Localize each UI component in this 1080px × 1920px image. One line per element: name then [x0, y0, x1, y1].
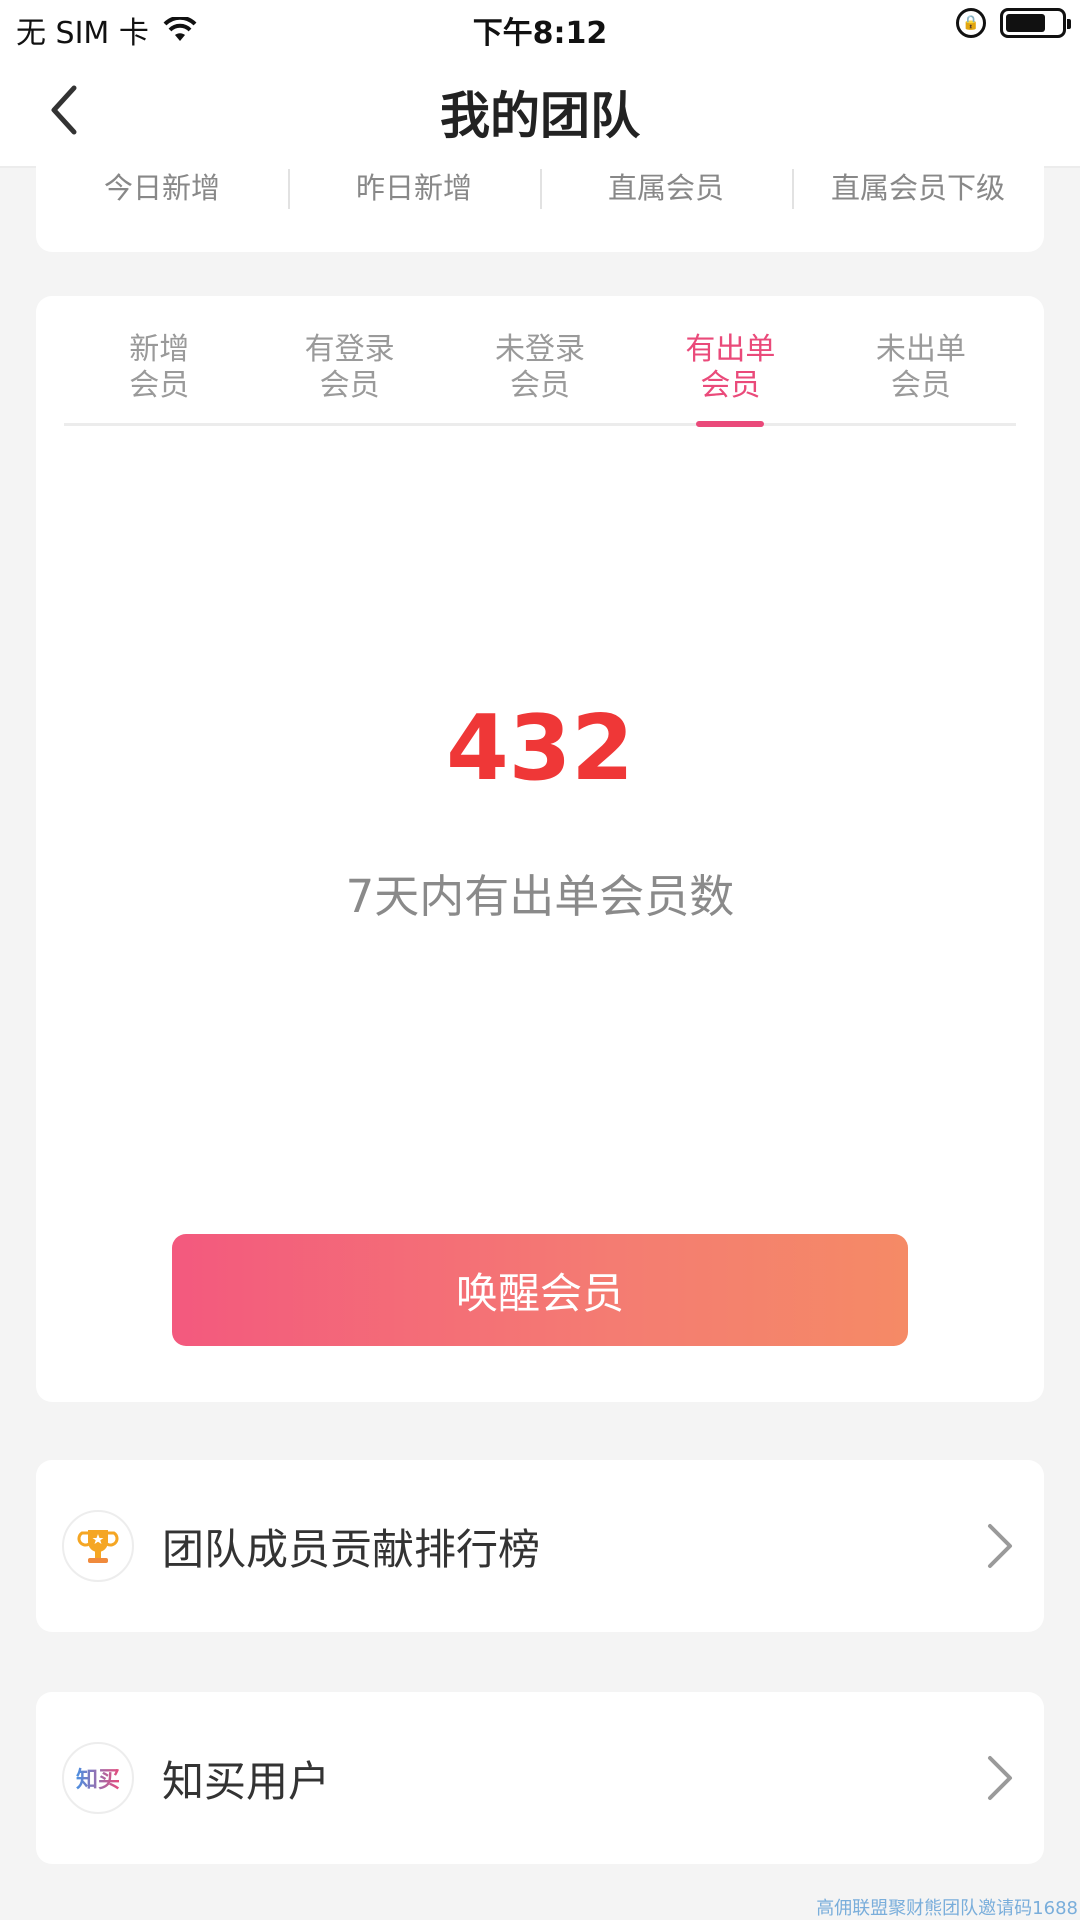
- wake-members-button[interactable]: 唤醒会员: [172, 1234, 908, 1346]
- stat-tabs-card: 今日新增 昨日新增 直属会员 直属会员下级: [36, 150, 1044, 252]
- filter-tab-new-members[interactable]: 新增 会员: [64, 332, 254, 423]
- tab-yesterday-new[interactable]: 昨日新增: [288, 165, 540, 209]
- filter-tab-line2: 会员: [890, 368, 951, 403]
- filter-tab-line1: 未登录: [495, 332, 586, 367]
- filter-tab-line1: 未出单: [875, 332, 966, 367]
- trophy-icon: [62, 1510, 134, 1582]
- filter-tab-not-logged-in[interactable]: 未登录 会员: [445, 332, 635, 423]
- row-label: 知买用户: [162, 1756, 331, 1806]
- filter-tab-line1: 有登录: [304, 332, 395, 367]
- chevron-right-icon: [988, 1524, 1012, 1568]
- filter-tab-line1: 新增: [129, 332, 190, 367]
- tab-today-new[interactable]: 今日新增: [36, 165, 288, 207]
- status-bar: 无 SIM 卡 下午8:12 🔒: [0, 0, 1080, 56]
- member-count-caption: 7天内有出单会员数: [345, 870, 735, 923]
- filter-tab-line2: 会员: [510, 368, 571, 403]
- filter-tab-line2: 会员: [700, 368, 761, 403]
- filter-tab-no-orders[interactable]: 未出单 会员: [826, 332, 1016, 423]
- tab-direct-members[interactable]: 直属会员: [540, 165, 792, 209]
- zhimai-users-row[interactable]: 知买 知买用户: [36, 1692, 1044, 1864]
- filter-tab-line2: 会员: [319, 368, 380, 403]
- page-title: 我的团队: [440, 87, 640, 145]
- chevron-right-icon: [988, 1756, 1012, 1800]
- row-label: 团队成员贡献排行榜: [162, 1524, 541, 1574]
- zhimai-logo-icon: 知买: [62, 1742, 134, 1814]
- filter-tab-has-orders[interactable]: 有出单 会员: [635, 332, 825, 427]
- battery-icon: [1000, 8, 1071, 38]
- contribution-ranking-row[interactable]: 团队成员贡献排行榜: [36, 1460, 1044, 1632]
- member-stats-card: 新增 会员 有登录 会员 未登录 会员 有出单 会员 未出单 会员 432 7天…: [36, 296, 1044, 1402]
- zhimai-logo-text: 知买: [76, 1762, 120, 1794]
- tab-direct-subordinates[interactable]: 直属会员下级: [792, 165, 1044, 209]
- filter-tab-line1: 有出单: [685, 332, 776, 367]
- rotation-lock-icon: 🔒: [956, 8, 986, 38]
- filter-tab-line2: 会员: [129, 368, 190, 403]
- filter-tabs: 新增 会员 有登录 会员 未登录 会员 有出单 会员 未出单 会员: [64, 332, 1016, 427]
- watermark-text: 高佣联盟聚财熊团队邀请码1688: [816, 1898, 1078, 1919]
- clock: 下午8:12: [472, 16, 608, 51]
- active-tab-indicator: [696, 421, 765, 427]
- member-count: 432: [446, 696, 634, 801]
- filter-tab-logged-in[interactable]: 有登录 会员: [254, 332, 444, 423]
